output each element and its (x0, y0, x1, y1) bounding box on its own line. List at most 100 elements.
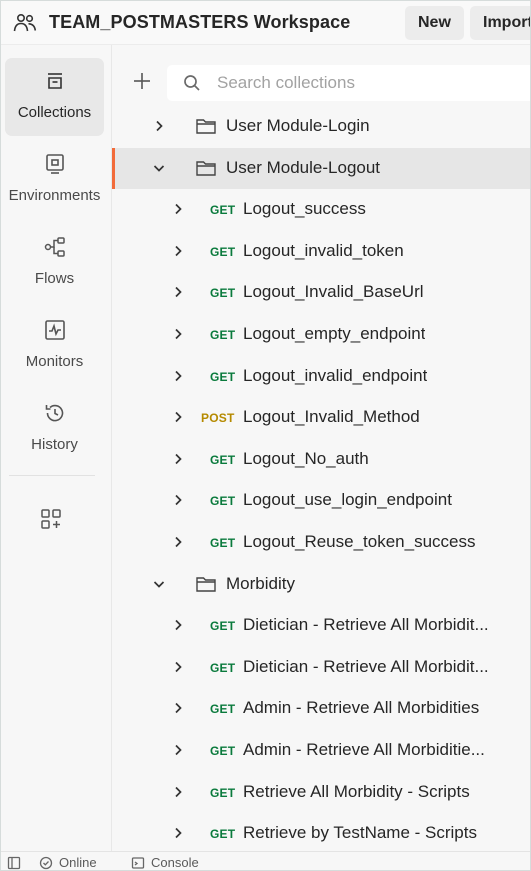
request-row[interactable]: GET Logout_success (112, 189, 530, 230)
import-button[interactable]: Import (470, 6, 530, 40)
collections-icon (48, 73, 62, 89)
chevron-right-icon[interactable] (170, 284, 186, 300)
http-method-badge: GET (210, 370, 236, 384)
chevron-down-icon[interactable] (151, 576, 167, 592)
monitors-icon (45, 320, 65, 340)
chevron-right-icon[interactable] (170, 492, 186, 508)
folder-row[interactable]: User Module-Logout (112, 148, 530, 189)
request-row[interactable]: GET Logout_invalid_token (112, 231, 530, 272)
postman-window: TEAM_POSTMASTERS Workspace New Import Co… (0, 0, 531, 871)
http-method-badge: GET (210, 286, 236, 300)
search-icon (184, 75, 200, 91)
request-row[interactable]: GET Logout_invalid_endpoint (112, 356, 530, 397)
sidebar-item-monitors[interactable]: Monitors (5, 307, 104, 385)
folder-row[interactable]: Morbidity (112, 564, 530, 605)
console-button[interactable]: Console (151, 855, 199, 870)
chevron-right-icon[interactable] (170, 825, 186, 841)
request-row[interactable]: GET Retrieve by TestName - Scripts (112, 813, 530, 854)
http-method-badge: GET (210, 702, 236, 716)
history-icon (45, 404, 64, 422)
request-label: Logout_No_auth (243, 449, 369, 468)
request-row[interactable]: GET Dietician - Retrieve All Morbidit... (112, 605, 530, 646)
request-row[interactable]: GET Dietician - Retrieve All Morbidit... (112, 647, 530, 688)
chevron-right-icon[interactable] (170, 534, 186, 550)
folder-icon (196, 119, 216, 134)
sidebar-toggle-icon[interactable] (7, 856, 21, 870)
add-collection-icon[interactable] (130, 69, 154, 93)
http-method-badge: GET (210, 245, 236, 259)
chevron-down-icon[interactable] (151, 160, 167, 176)
http-method-badge: GET (210, 827, 236, 841)
http-method-badge: GET (210, 786, 236, 800)
sidebar-item-history[interactable]: History (5, 390, 104, 468)
rail-divider (9, 475, 95, 476)
search-collections-field[interactable]: Search collections (167, 65, 530, 101)
request-label: Dietician - Retrieve All Morbidit... (243, 615, 489, 634)
folder-row[interactable]: User Module-Login (112, 106, 530, 147)
request-row[interactable]: GET Logout_Reuse_token_success (112, 522, 530, 563)
request-label: Logout_invalid_endpoint (243, 366, 428, 385)
request-label: Dietician - Retrieve All Morbidit... (243, 657, 489, 676)
request-row[interactable]: GET Admin - Retrieve All Morbidities (112, 688, 530, 729)
sidebar-item-label: Monitors (25, 353, 84, 370)
http-method-badge: POST (201, 411, 235, 425)
chevron-right-icon[interactable] (170, 617, 186, 633)
request-label: Logout_success (243, 199, 366, 218)
folder-icon (196, 161, 216, 176)
chevron-right-icon[interactable] (170, 368, 186, 384)
folder-label: User Module-Logout (226, 158, 381, 177)
chevron-right-icon[interactable] (170, 409, 186, 425)
http-method-badge: GET (210, 536, 236, 550)
http-method-badge: GET (210, 494, 236, 508)
workspace-title[interactable]: TEAM_POSTMASTERS Workspace (49, 12, 350, 33)
request-label: Retrieve by TestName - Scripts (243, 823, 477, 842)
console-icon (131, 857, 145, 869)
request-label: Logout_invalid_token (243, 241, 404, 260)
request-label: Admin - Retrieve All Morbiditie... (243, 740, 485, 759)
online-icon (39, 856, 53, 870)
chevron-right-icon[interactable] (170, 243, 186, 259)
chevron-right-icon[interactable] (170, 700, 186, 716)
http-method-badge: GET (210, 203, 236, 217)
folder-label: User Module-Login (226, 116, 370, 135)
request-row[interactable]: GET Admin - Retrieve All Morbiditie... (112, 730, 530, 771)
chevron-right-icon[interactable] (170, 326, 186, 342)
request-row[interactable]: POST Logout_Invalid_Method (112, 397, 530, 438)
sidebar-item-flows[interactable]: Flows (5, 224, 104, 302)
status-bar: Online Console (1, 851, 530, 870)
search-input[interactable]: Search collections (217, 73, 355, 93)
sidebar-item-collections[interactable]: Collections (5, 58, 104, 136)
http-method-badge: GET (210, 744, 236, 758)
environments-icon (46, 154, 64, 174)
request-label: Logout_Invalid_Method (243, 407, 420, 426)
sidebar-item-label: Environments (8, 187, 101, 204)
request-label: Logout_use_login_endpoint (243, 490, 452, 509)
workspace-header: TEAM_POSTMASTERS Workspace New Import (1, 1, 530, 45)
request-row[interactable]: GET Logout_Invalid_BaseUrl (112, 272, 530, 313)
sidebar-item-environments[interactable]: Environments (5, 141, 104, 219)
request-label: Logout_Invalid_BaseUrl (243, 282, 424, 301)
request-row[interactable]: GET Logout_use_login_endpoint (112, 480, 530, 521)
sidebar-item-label: Collections (17, 104, 92, 121)
flows-icon (44, 237, 65, 257)
request-row[interactable]: GET Logout_No_auth (112, 439, 530, 480)
chevron-right-icon[interactable] (170, 742, 186, 758)
sidebar-rail: Collections Environments Flows Monitors (1, 45, 112, 870)
folder-icon (196, 577, 216, 592)
new-button[interactable]: New (405, 6, 464, 40)
add-apps-icon[interactable] (39, 507, 63, 531)
request-label: Logout_empty_endpoint (243, 324, 426, 343)
request-label: Retrieve All Morbidity - Scripts (243, 782, 470, 801)
request-row[interactable]: GET Logout_empty_endpoint (112, 314, 530, 355)
folder-label: Morbidity (226, 574, 295, 593)
chevron-right-icon[interactable] (170, 451, 186, 467)
request-label: Logout_Reuse_token_success (243, 532, 476, 551)
http-method-badge: GET (210, 453, 236, 467)
chevron-right-icon[interactable] (170, 201, 186, 217)
chevron-right-icon[interactable] (170, 784, 186, 800)
sidebar-item-label: Flows (34, 270, 75, 287)
chevron-right-icon[interactable] (170, 659, 186, 675)
request-row[interactable]: GET Retrieve All Morbidity - Scripts (112, 772, 530, 813)
chevron-right-icon[interactable] (151, 118, 167, 134)
online-status[interactable]: Online (59, 855, 97, 870)
